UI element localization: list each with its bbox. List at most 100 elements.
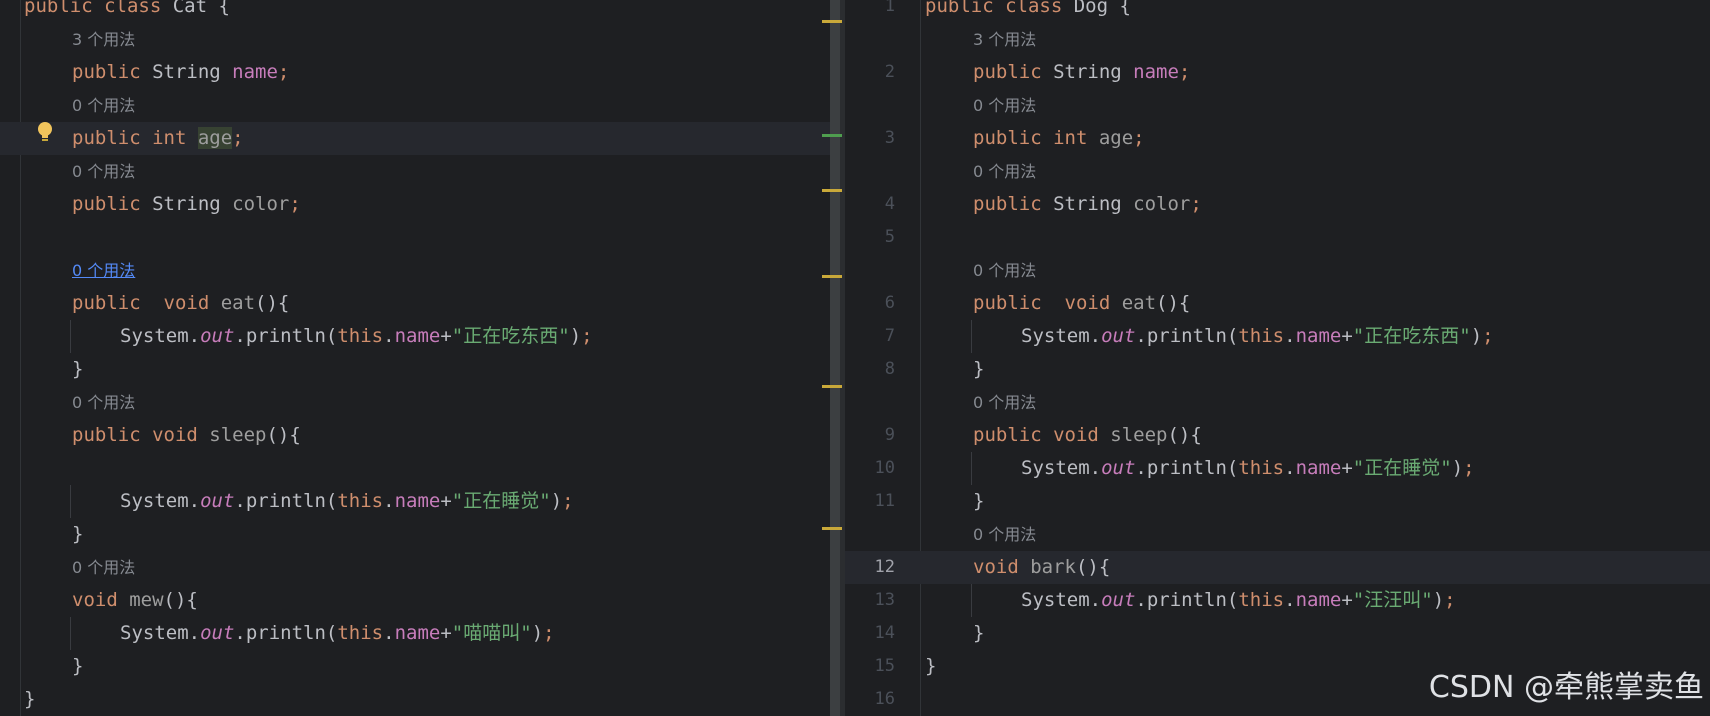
code-token: "正在睡觉" — [1352, 457, 1452, 479]
code-token: this — [337, 490, 384, 512]
line-number[interactable]: 3 — [845, 122, 895, 155]
usage-hint-line[interactable]: 0 个用法 — [845, 386, 1710, 419]
line-number[interactable]: 16 — [845, 683, 895, 716]
line-number[interactable]: 10 — [845, 452, 895, 485]
code-line[interactable]: void mew(){ — [0, 584, 830, 617]
line-number[interactable]: 5 — [845, 221, 895, 254]
code-line[interactable]: public String color; — [0, 188, 830, 221]
code-line[interactable]: 8} — [845, 353, 1710, 386]
code-line[interactable]: } — [0, 650, 830, 683]
code-content: } — [24, 683, 35, 716]
code-line[interactable]: 7 System.out.println(this.name+"正在吃东西"); — [845, 320, 1710, 353]
usage-hint: 0 个用法 — [72, 558, 136, 577]
line-number[interactable]: 2 — [845, 56, 895, 89]
code-line[interactable]: 9 public void sleep(){ — [845, 419, 1710, 452]
code-content: System.out.println(this.name+"正在吃东西"); — [120, 320, 593, 353]
code-token: } — [24, 688, 36, 710]
pane-divider[interactable] — [830, 0, 845, 716]
diff-marker[interactable] — [822, 189, 842, 192]
line-number[interactable]: 6 — [845, 287, 895, 320]
line-number[interactable]: 11 — [845, 485, 895, 518]
code-token: String — [1053, 193, 1134, 215]
line-number[interactable]: 12 — [845, 551, 895, 584]
diff-marker[interactable] — [822, 527, 842, 530]
line-number[interactable]: 9 — [845, 419, 895, 452]
code-token: void — [152, 424, 210, 446]
line-number[interactable]: 7 — [845, 320, 895, 353]
code-token: void — [163, 292, 221, 314]
code-token: ; — [1482, 325, 1494, 347]
code-line[interactable]: 10 System.out.println(this.name+"正在睡觉"); — [845, 452, 1710, 485]
usage-hint-line[interactable]: 0 个用法 — [0, 254, 830, 287]
usage-hint-line[interactable]: 3 个用法 — [845, 23, 1710, 56]
line-number[interactable]: 13 — [845, 584, 895, 617]
usage-hint: 0 个用法 — [973, 261, 1037, 280]
diff-marker-current[interactable] — [822, 134, 842, 137]
code-content: 0 个用法 — [973, 254, 1036, 287]
code-content: 0 个用法 — [72, 155, 135, 188]
code-line[interactable]: } — [0, 353, 830, 386]
code-line[interactable]: 4 public String color; — [845, 188, 1710, 221]
usage-hint-line[interactable]: 0 个用法 — [845, 254, 1710, 287]
line-number[interactable]: 15 — [845, 650, 895, 683]
code-line[interactable]: 6 public void eat(){ — [845, 287, 1710, 320]
code-line[interactable]: System.out.println(this.name+"喵喵叫"); — [0, 617, 830, 650]
code-token: + — [1341, 325, 1353, 347]
code-line[interactable]: public class Cat { — [0, 0, 830, 23]
diff-marker[interactable] — [822, 275, 842, 278]
usage-hint-line[interactable]: 0 个用法 — [845, 518, 1710, 551]
code-token: (){ — [266, 424, 301, 446]
usage-hint-line[interactable]: 0 个用法 — [0, 89, 830, 122]
code-line[interactable]: 14} — [845, 617, 1710, 650]
code-token: ; — [1133, 127, 1145, 149]
code-token: int — [152, 127, 198, 149]
code-line[interactable] — [0, 452, 830, 485]
line-number[interactable]: 1 — [845, 0, 895, 23]
code-content: } — [72, 518, 83, 551]
code-line[interactable]: } — [0, 683, 830, 716]
divider-scrollbar[interactable] — [830, 0, 840, 716]
diff-marker[interactable] — [822, 385, 842, 388]
code-line[interactable]: public void eat(){ — [0, 287, 830, 320]
usage-hint-link[interactable]: 0 个用法 — [72, 261, 135, 280]
code-line[interactable]: public void sleep(){ — [0, 419, 830, 452]
code-token: (){ — [255, 292, 290, 314]
left-editor-pane[interactable]: public class Cat {3 个用法 public String nam… — [0, 0, 830, 716]
code-token: "汪汪叫" — [1352, 589, 1433, 611]
code-line[interactable]: 1 public class Dog { — [845, 0, 1710, 23]
usage-hint-line[interactable]: 0 个用法 — [0, 386, 830, 419]
lightbulb-icon[interactable] — [35, 120, 55, 144]
usage-hint-line[interactable]: 0 个用法 — [0, 155, 830, 188]
line-number[interactable]: 8 — [845, 353, 895, 386]
diff-marker[interactable] — [822, 20, 842, 23]
code-line[interactable]: } — [0, 518, 830, 551]
code-line[interactable]: 13 System.out.println(this.name+"汪汪叫"); — [845, 584, 1710, 617]
code-line[interactable]: public String name; — [0, 56, 830, 89]
indent-guide — [70, 320, 71, 353]
code-line[interactable]: System.out.println(this.name+"正在吃东西"); — [0, 320, 830, 353]
code-line[interactable] — [0, 221, 830, 254]
usage-hint: 0 个用法 — [72, 393, 136, 412]
line-number[interactable]: 14 — [845, 617, 895, 650]
code-line[interactable]: public int age; — [0, 122, 830, 155]
code-token: age — [197, 127, 233, 149]
code-line[interactable]: 5 — [845, 221, 1710, 254]
code-line[interactable]: 12 void bark(){ — [845, 551, 1710, 584]
code-line[interactable]: 2 public String name; — [845, 56, 1710, 89]
code-token: ; — [1190, 193, 1202, 215]
code-content: 3 个用法 — [973, 23, 1036, 56]
code-token: } — [72, 358, 84, 380]
code-token: + — [1341, 457, 1353, 479]
code-token: int — [1053, 127, 1099, 149]
usage-hint-line[interactable]: 0 个用法 — [0, 551, 830, 584]
code-token: void — [72, 589, 130, 611]
code-line[interactable]: System.out.println(this.name+"正在睡觉"); — [0, 485, 830, 518]
code-line[interactable]: 11} — [845, 485, 1710, 518]
usage-hint-line[interactable]: 3 个用法 — [0, 23, 830, 56]
code-token: mew — [129, 589, 164, 611]
code-line[interactable]: 3 public int age; — [845, 122, 1710, 155]
line-number[interactable]: 4 — [845, 188, 895, 221]
usage-hint-line[interactable]: 0 个用法 — [845, 89, 1710, 122]
usage-hint-line[interactable]: 0 个用法 — [845, 155, 1710, 188]
right-editor-pane[interactable]: 1 public class Dog {3 个用法 2 public String n… — [845, 0, 1710, 716]
